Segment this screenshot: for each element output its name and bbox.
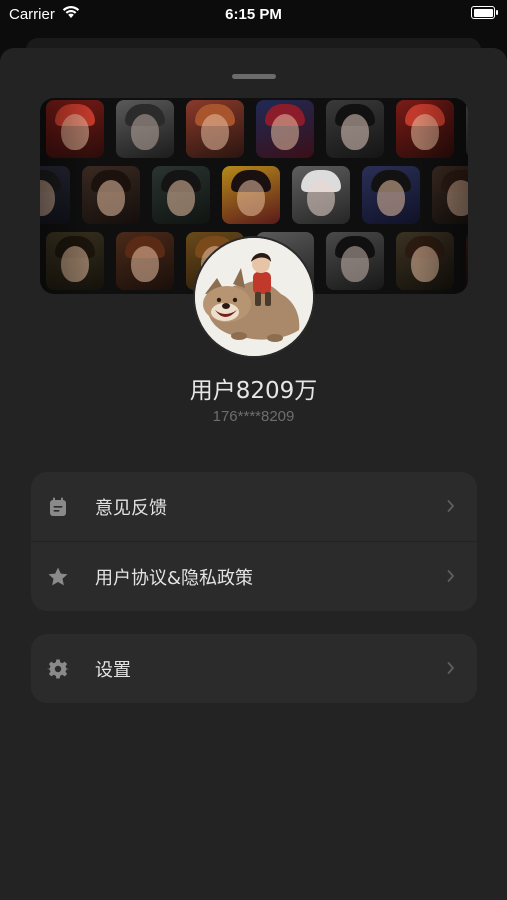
menu-group-primary: 意见反馈 用户协议&隐私政策 [31,472,477,611]
user-name: 用户8209万 [189,378,318,404]
star-icon [48,567,68,586]
gear-icon [47,659,69,679]
battery-icon [471,6,498,19]
avatar[interactable] [195,238,313,356]
menu-label-agreement: 用户协议&隐私政策 [95,568,254,589]
feedback-icon [50,497,66,516]
chevron-right-icon [447,500,454,512]
clock: 6:15 PM [225,6,282,23]
menu-group-settings: 设置 [31,634,477,703]
chevron-right-icon [447,570,454,582]
menu-label-feedback: 意见反馈 [95,498,167,519]
profile-sheet: 用户8209万 176****8209 意见反馈 用户协议&隐私政策 设置 [0,48,507,900]
chevron-right-icon [447,662,454,674]
wolf-rider-avatar [195,238,313,356]
menu-item-agreement[interactable]: 用户协议&隐私政策 [31,541,477,611]
menu-label-settings: 设置 [95,660,131,681]
sheet-grabber[interactable] [232,74,276,79]
user-phone: 176****8209 [212,408,295,425]
menu-item-settings[interactable]: 设置 [31,634,477,703]
status-bar: Carrier 6:15 PM [0,0,507,30]
menu-item-feedback[interactable]: 意见反馈 [31,472,477,541]
